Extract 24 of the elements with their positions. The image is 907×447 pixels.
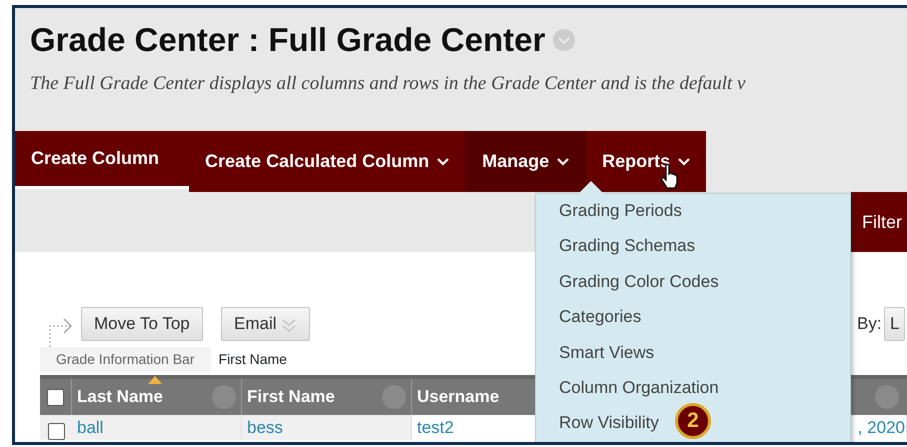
menu-button[interactable]: Manage (465, 131, 586, 192)
page-description: The Full Grade Center displays all columns and rows in the Grade Center and is the default v (30, 72, 746, 96)
table-link[interactable]: ball (77, 418, 104, 437)
table-link[interactable]: test2 (417, 418, 454, 437)
move-to-top-button[interactable]: Move To Top (81, 307, 203, 340)
menu-item[interactable]: Grading Schemas (559, 233, 696, 258)
menu-button[interactable]: Create Calculated Column (189, 131, 466, 192)
table-link[interactable]: , 2020 (858, 419, 905, 440)
filter-button[interactable]: Filter (851, 192, 907, 252)
menu-item[interactable]: Categories (559, 304, 642, 328)
table-link[interactable]: bess (247, 418, 283, 437)
sort-label: By: (857, 313, 882, 335)
email-button[interactable]: Email (221, 307, 310, 340)
action-button[interactable]: Create Column (15, 131, 190, 189)
select-all-checkbox[interactable] (47, 388, 64, 406)
info-bar-label: Grade Information Bar (55, 350, 196, 369)
double-chevron-icon (281, 316, 298, 333)
menu-item[interactable]: Grading Color Codes (559, 268, 719, 293)
menu-item[interactable]: Grading Periods (559, 198, 682, 222)
page-title: Grade Center : Full Grade Center (30, 22, 546, 58)
sort-select[interactable]: L (884, 307, 906, 340)
row-checkbox[interactable] (48, 423, 64, 440)
menu-button[interactable]: Reports (586, 131, 706, 192)
chevron-circle-icon[interactable] (553, 29, 576, 52)
